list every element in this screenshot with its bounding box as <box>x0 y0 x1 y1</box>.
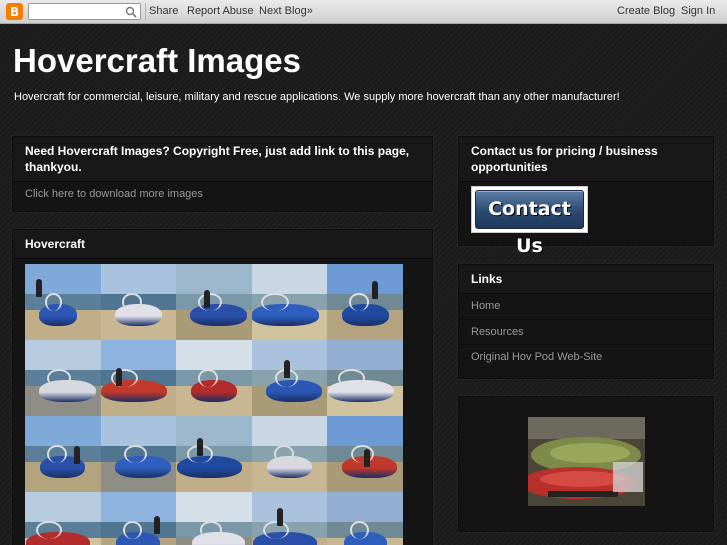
link-resources[interactable]: Resources <box>459 319 713 344</box>
hovercraft-photo-tile[interactable] <box>25 340 101 416</box>
hovercraft-photo-tile[interactable] <box>25 416 101 492</box>
hovercraft-photo-tile[interactable] <box>176 340 252 416</box>
hovercraft-photo-tile[interactable] <box>100 340 177 416</box>
sign-in-link[interactable]: Sign In <box>681 5 715 17</box>
notice-title: Need Hovercraft Images? Copyright Free, … <box>13 137 432 182</box>
contact-us-button[interactable]: Contact Us <box>475 190 584 257</box>
hovercraft-photo-tile[interactable] <box>251 340 328 416</box>
hovercraft-photo-tile[interactable] <box>100 264 177 340</box>
links-widget: Links Home Resources Original Hov Pod We… <box>458 264 714 379</box>
report-abuse-link[interactable]: Report Abuse <box>187 5 254 17</box>
link-home[interactable]: Home <box>459 294 713 319</box>
link-original-hov-pod-website[interactable]: Original Hov Pod Web-Site <box>459 344 713 369</box>
links-title: Links <box>459 265 713 294</box>
contact-us-image[interactable]: Contact Us <box>471 186 588 257</box>
hovercraft-photo-tile[interactable] <box>251 492 328 545</box>
hovercraft-photo-tile[interactable] <box>327 416 403 492</box>
blogger-logo-icon[interactable]: B <box>6 3 23 20</box>
hovercraft-photo-tile[interactable] <box>327 492 403 545</box>
blog-description: Hovercraft for commercial, leisure, mili… <box>14 91 620 103</box>
hovercraft-photo-tile[interactable] <box>327 340 403 416</box>
notice-widget: Need Hovercraft Images? Copyright Free, … <box>12 136 433 212</box>
blog-title[interactable]: Hovercraft Images <box>13 42 301 80</box>
download-more-images-link[interactable]: Click here to download more images <box>25 188 203 200</box>
hovercraft-photo-tile[interactable] <box>100 416 177 492</box>
links-list: Home Resources Original Hov Pod Web-Site <box>459 294 713 369</box>
create-blog-link[interactable]: Create Blog <box>617 5 675 17</box>
hovercraft-photo-tile[interactable] <box>251 264 328 340</box>
contact-title: Contact us for pricing / business opport… <box>459 137 713 182</box>
notice-body: Click here to download more images <box>13 182 432 206</box>
search-box[interactable] <box>28 3 141 20</box>
hovercraft-photo-grid <box>25 264 403 545</box>
nav-divider <box>145 3 146 20</box>
hovercraft-photo-tile[interactable] <box>25 264 101 340</box>
hovercraft-photo-tile[interactable] <box>176 492 252 545</box>
hovercraft-photo-tile[interactable] <box>251 416 328 492</box>
next-blog-link[interactable]: Next Blog» <box>259 5 313 17</box>
search-icon[interactable] <box>125 6 137 18</box>
gallery-title: Hovercraft <box>13 230 432 259</box>
hovercraft-hangar-photo[interactable] <box>528 417 645 506</box>
share-link[interactable]: Share <box>149 5 178 17</box>
search-input[interactable] <box>29 4 123 19</box>
hovercraft-photo-tile[interactable] <box>25 492 101 545</box>
hovercraft-photo-tile[interactable] <box>176 416 252 492</box>
blogger-navbar: B Share Report Abuse Next Blog» Create B… <box>0 0 727 24</box>
hovercraft-photo-tile[interactable] <box>100 492 177 545</box>
hovercraft-photo-tile[interactable] <box>327 264 403 340</box>
hovercraft-photo-tile[interactable] <box>176 264 252 340</box>
